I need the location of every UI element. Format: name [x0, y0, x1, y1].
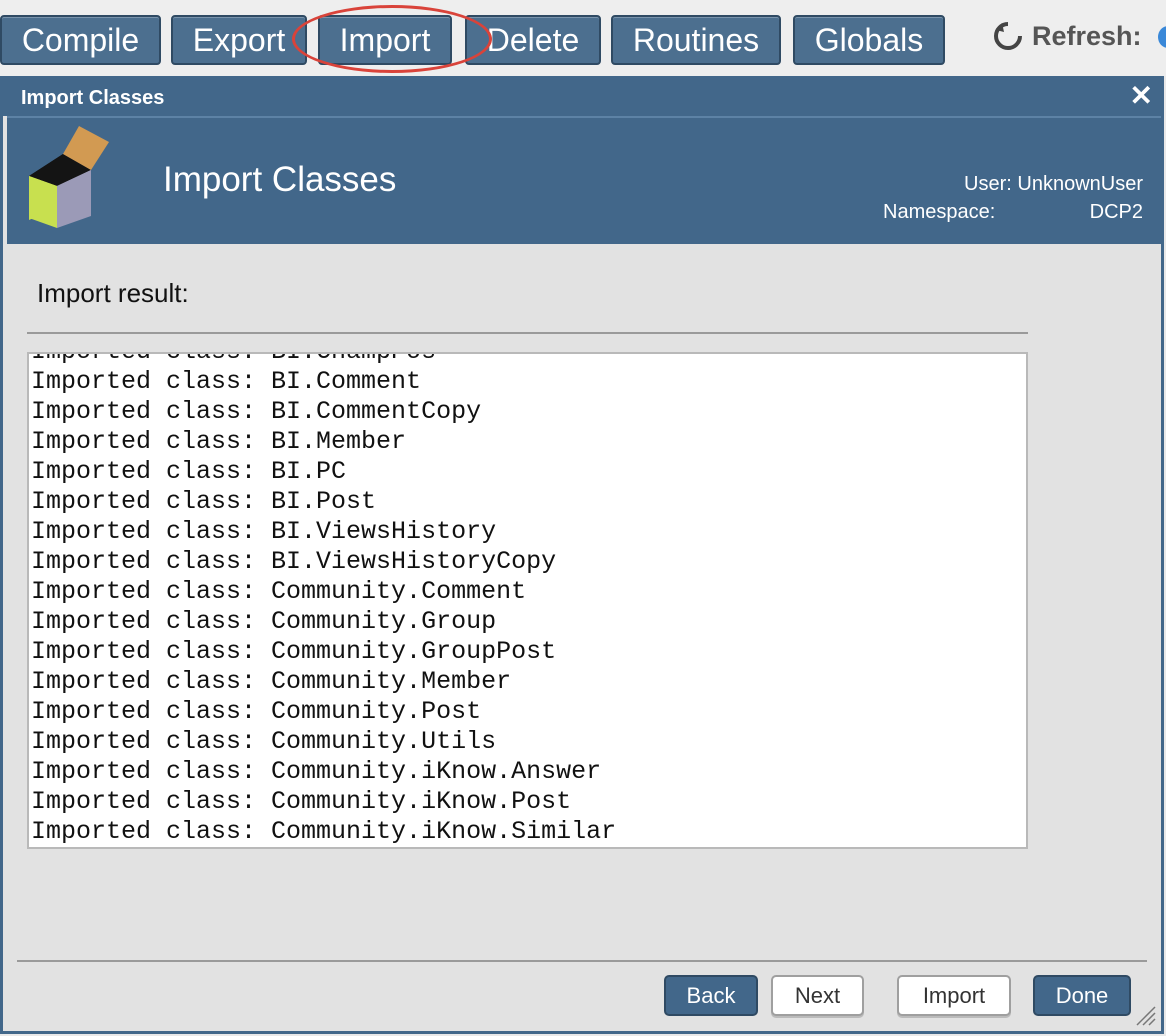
dialog-titlebar[interactable]: Import Classes ✕	[3, 76, 1161, 116]
log-line: Imported class: Community.Comment	[31, 577, 527, 606]
refresh-label: Refresh:	[1032, 20, 1142, 51]
user-info: User: UnknownUser	[964, 173, 1143, 195]
log-line: Imported class: BI.ChampPos	[31, 354, 616, 367]
next-button[interactable]: Next	[771, 975, 864, 1016]
log-line: Imported class: Community.Utils	[31, 727, 497, 756]
namespace-label: Namespace:	[883, 201, 996, 223]
refresh-control[interactable]: Refresh:	[992, 20, 1142, 52]
banner-title: Import Classes	[163, 160, 397, 199]
import-submit-button[interactable]: Import	[897, 975, 1011, 1016]
log-line: Imported class: Community.GroupPost	[31, 637, 557, 666]
globals-button[interactable]: Globals	[793, 15, 945, 65]
divider	[27, 332, 1028, 334]
import-log-textarea[interactable]: Imported class: BI.ChampPos Imported cla…	[27, 352, 1028, 849]
export-button[interactable]: Export	[171, 15, 307, 65]
log-line: Imported class: BI.ViewsHistoryCopy	[31, 547, 557, 576]
log-line: Imported class: Community.Post	[31, 697, 482, 726]
import-highlight-annotation	[292, 5, 492, 73]
namespace-value: DCP2	[1089, 201, 1143, 223]
back-button[interactable]: Back	[664, 975, 758, 1016]
close-icon[interactable]: ✕	[1130, 79, 1153, 112]
log-line: Imported class: Community.Group	[31, 607, 497, 636]
main-toolbar: Compile Export Import Delete Routines Gl…	[0, 0, 1166, 76]
dialog-title: Import Classes	[21, 87, 165, 109]
dialog-banner: Import Classes User: UnknownUser Namespa…	[7, 116, 1161, 244]
log-line: Imported class: BI.CommentCopy	[31, 397, 482, 426]
log-line: Imported class: BI.Member	[31, 427, 407, 456]
log-line: Imported class: BI.Comment	[31, 367, 422, 396]
log-line: Imported class: Community.iKnow.Answer	[31, 757, 602, 786]
done-button[interactable]: Done	[1033, 975, 1131, 1016]
namespace-info: Namespace: DCP2	[883, 201, 1143, 224]
log-line: Imported class: Community.Member	[31, 667, 512, 696]
log-line: Imported class: BI.ViewsHistory	[31, 517, 497, 546]
log-line: Imported class: Community.iKnow.Post	[31, 787, 572, 816]
log-line: Imported class: BI.Post	[31, 487, 377, 516]
cube-icon	[29, 126, 109, 228]
log-line: Imported class: BI.PC	[31, 457, 347, 486]
refresh-icon	[994, 22, 1022, 50]
import-result-label: Import result:	[37, 278, 189, 308]
import-classes-dialog: Import Classes ✕ Import Classes User: Un…	[0, 76, 1164, 1034]
log-line: Imported class: Community.iKnow.Similar	[31, 817, 617, 846]
refresh-toggle[interactable]	[1158, 26, 1166, 48]
compile-button[interactable]: Compile	[0, 15, 161, 65]
footer-divider	[17, 960, 1147, 962]
resize-grip-icon[interactable]	[1135, 1005, 1157, 1027]
log-content: Imported class: BI.ChampPos Imported cla…	[31, 354, 617, 847]
routines-button[interactable]: Routines	[611, 15, 781, 65]
